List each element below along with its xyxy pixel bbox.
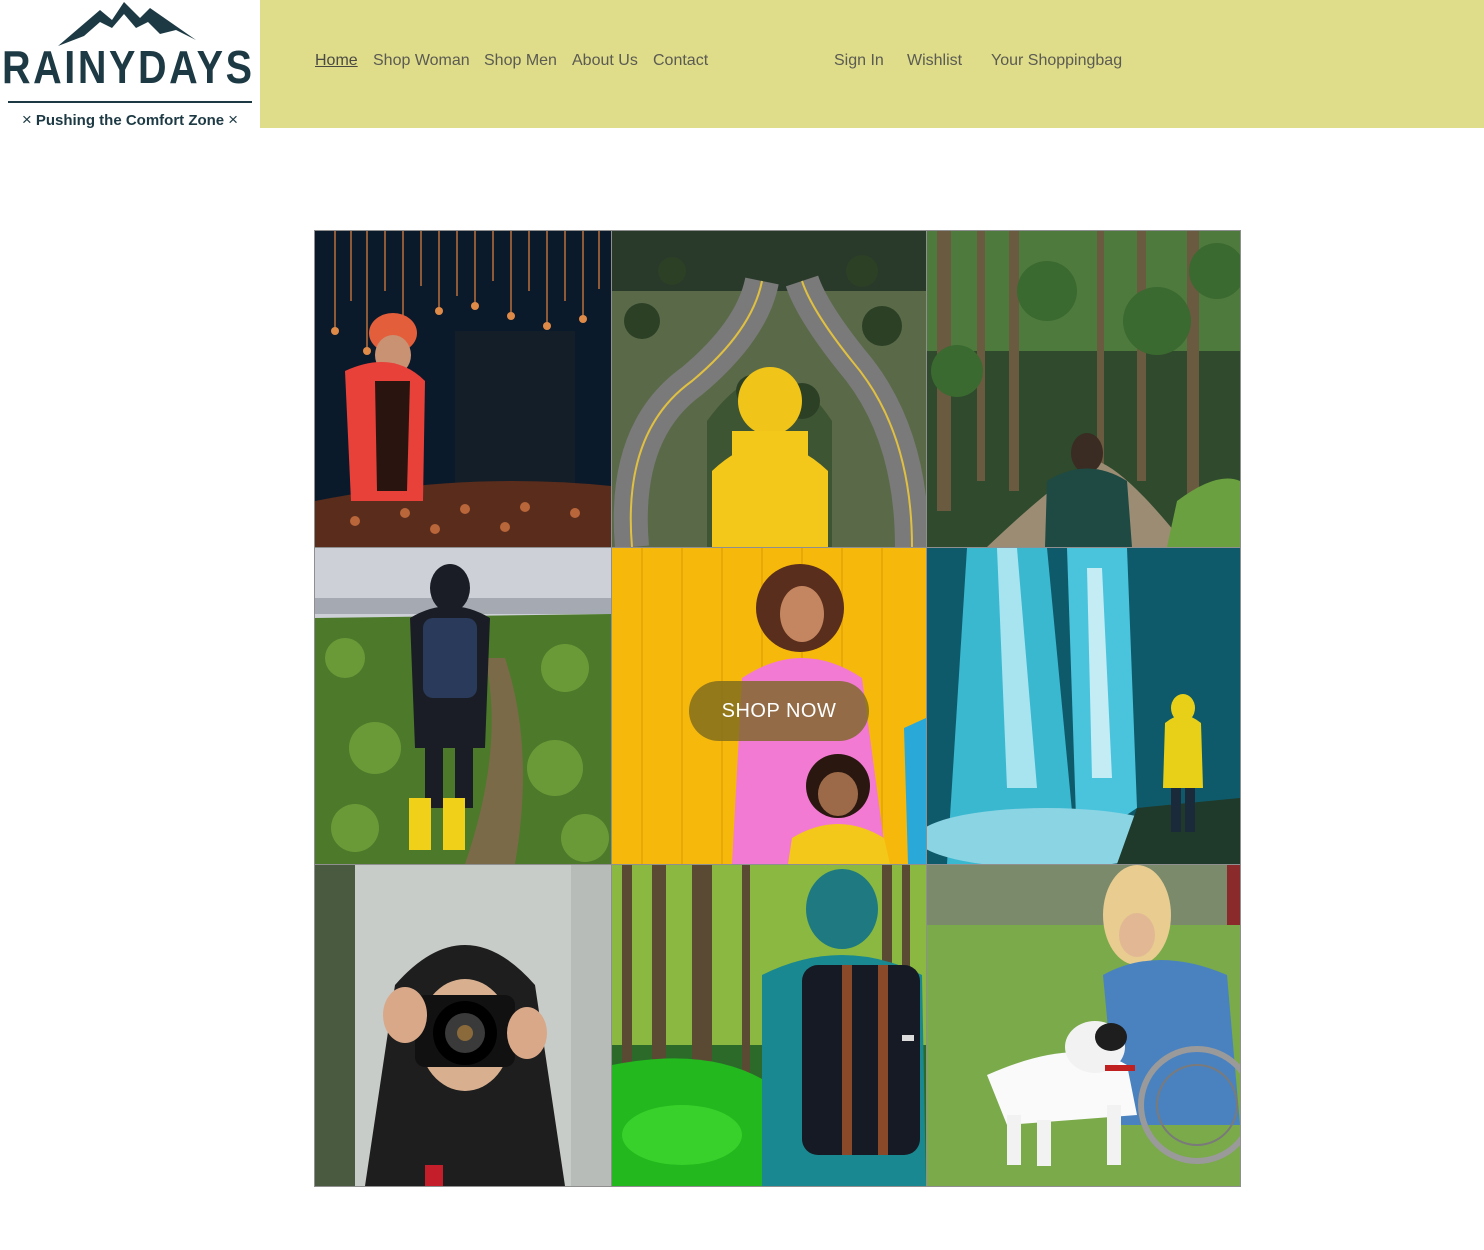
wishlist-link[interactable]: Wishlist bbox=[907, 52, 962, 70]
nav-contact-link[interactable]: Contact bbox=[653, 52, 708, 70]
logo-wordmark: RAINYDAYS bbox=[2, 41, 255, 93]
nav-shop-woman-link[interactable]: Shop Woman bbox=[373, 52, 470, 70]
photographer-image bbox=[315, 865, 611, 1186]
nav-shop-men-link[interactable]: Shop Men bbox=[484, 52, 557, 70]
logo-divider bbox=[8, 101, 252, 103]
photo-photographer[interactable] bbox=[315, 865, 611, 1186]
photo-winding-road[interactable] bbox=[612, 231, 926, 547]
logo-tagline-text: Pushing the Comfort Zone bbox=[35, 112, 225, 128]
page: RAINYDAYS × Pushing the Comfort Zone × Hom… bbox=[0, 0, 1484, 1250]
shopping-bag-link[interactable]: Your Shoppingbag bbox=[991, 52, 1122, 70]
nav-home-link[interactable]: Home bbox=[315, 52, 358, 70]
photo-market-night[interactable] bbox=[315, 231, 611, 547]
waterfall-image bbox=[927, 548, 1240, 864]
market-night-image bbox=[315, 231, 611, 547]
wheelchair-dog-image bbox=[927, 865, 1240, 1186]
photo-wheelchair-dog[interactable] bbox=[927, 865, 1240, 1186]
forest-path-image bbox=[927, 231, 1240, 547]
nav-about-us-link[interactable]: About Us bbox=[572, 52, 638, 70]
photo-forest-path[interactable] bbox=[927, 231, 1240, 547]
photo-waterfall[interactable] bbox=[927, 548, 1240, 864]
shop-now-button[interactable]: SHOP NOW bbox=[689, 681, 869, 741]
cross-mark-icon: × bbox=[228, 110, 239, 128]
winding-road-image bbox=[612, 231, 926, 547]
sign-in-link[interactable]: Sign In bbox=[834, 52, 884, 70]
green-forest-image bbox=[612, 865, 926, 1186]
logo-tagline: × Pushing the Comfort Zone × bbox=[0, 110, 260, 128]
brand-logo[interactable]: RAINYDAYS × Pushing the Comfort Zone × bbox=[0, 0, 260, 128]
photo-coastal-hike[interactable] bbox=[315, 548, 611, 864]
photo-green-forest[interactable] bbox=[612, 865, 926, 1186]
site-header: RAINYDAYS × Pushing the Comfort Zone × Hom… bbox=[0, 0, 1484, 128]
cross-mark-icon: × bbox=[21, 110, 32, 128]
coastal-hike-image bbox=[315, 548, 611, 864]
